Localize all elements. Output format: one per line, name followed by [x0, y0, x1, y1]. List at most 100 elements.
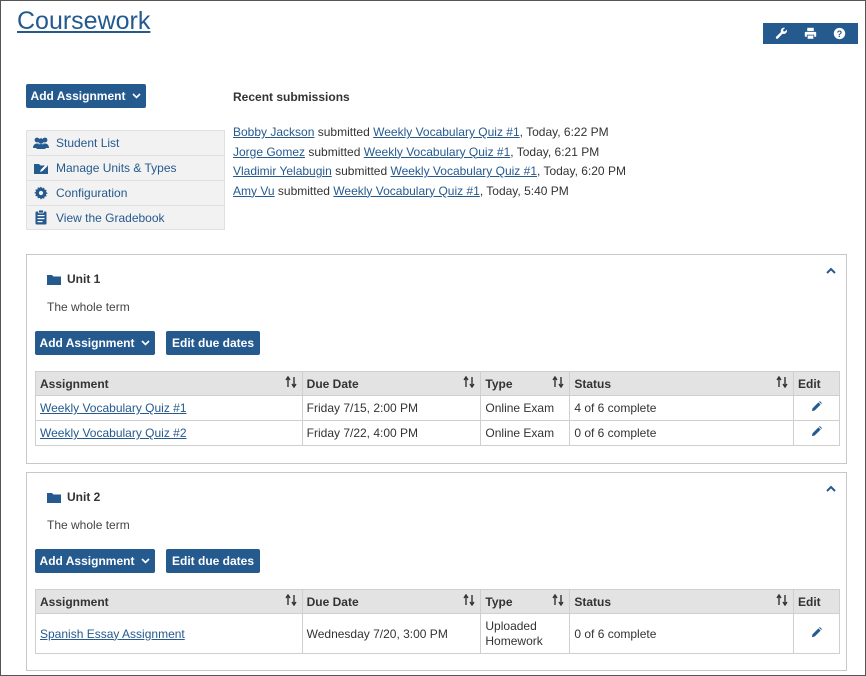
print-icon[interactable] — [800, 24, 822, 43]
column-label: Edit — [798, 376, 821, 391]
sidebar-item-student-list[interactable]: Student List — [26, 130, 225, 155]
unit-title: Unit 1 — [67, 272, 101, 286]
list-item: Vladimir Yelabugin submitted Weekly Voca… — [233, 162, 626, 182]
edit-due-dates-button[interactable]: Edit due dates — [166, 331, 260, 355]
submitted-text: submitted — [308, 144, 361, 159]
sidebar-item-label: Student List — [56, 136, 120, 150]
status-cell: 4 of 6 complete — [569, 395, 794, 421]
student-link[interactable]: Jorge Gomez — [233, 145, 305, 159]
sidebar: Student List Manage Units & Types Config… — [26, 130, 225, 230]
assignment-link[interactable]: Weekly Vocabulary Quiz #1 — [390, 164, 537, 178]
column-label: Due Date — [306, 376, 359, 391]
list-item: Amy Vu submitted Weekly Vocabulary Quiz … — [233, 182, 626, 202]
due-date-cell: Wednesday 7/20, 3:00 PM — [301, 613, 482, 654]
column-header-edit: Edit — [793, 371, 840, 396]
unit-panel-1: Unit 1 The whole term Add Assignment Edi… — [26, 254, 847, 464]
submitted-text: submitted — [317, 125, 370, 139]
column-label: Edit — [798, 594, 821, 609]
column-label: Status — [574, 594, 612, 609]
list-item: Jorge Gomez submitted Weekly Vocabulary … — [233, 143, 626, 163]
chevron-down-icon — [141, 558, 151, 564]
table-row: Weekly Vocabulary Quiz #2 Friday 7/22, 4… — [35, 420, 840, 446]
folder-icon — [47, 492, 61, 503]
sort-icon[interactable] — [552, 594, 564, 606]
unit-heading: Unit 2 — [47, 490, 100, 504]
assignments-table: Assignment Due Date Type Status Edit Wee… — [35, 371, 840, 446]
sort-icon[interactable] — [285, 376, 297, 388]
column-header-edit: Edit — [793, 589, 840, 614]
unit-description: The whole term — [47, 300, 130, 314]
assignment-cell: Weekly Vocabulary Quiz #2 — [35, 420, 303, 446]
submitted-text: submitted — [277, 183, 330, 198]
sidebar-item-manage-units[interactable]: Manage Units & Types — [26, 155, 225, 180]
column-header-due-date[interactable]: Due Date — [301, 371, 482, 396]
edit-due-dates-label: Edit due dates — [171, 336, 254, 350]
recent-submissions-list: Bobby Jackson submitted Weekly Vocabular… — [233, 123, 626, 201]
status-cell: 0 of 6 complete — [569, 420, 794, 446]
pencil-icon[interactable] — [811, 401, 822, 412]
edit-due-dates-label: Edit due dates — [171, 554, 254, 568]
sidebar-item-label: Manage Units & Types — [56, 161, 177, 175]
collapse-chevron-up-icon[interactable] — [824, 264, 838, 276]
add-assignment-button[interactable]: Add Assignment — [35, 549, 155, 573]
submission-time: , Today, 5:40 PM — [479, 183, 569, 198]
recent-submissions-heading: Recent submissions — [233, 90, 350, 104]
add-assignment-label: Add Assignment — [30, 89, 126, 103]
student-link[interactable]: Vladimir Yelabugin — [233, 164, 332, 178]
student-link[interactable]: Amy Vu — [233, 184, 275, 198]
sort-icon[interactable] — [463, 376, 475, 388]
column-label: Type — [485, 594, 513, 609]
column-header-assignment[interactable]: Assignment — [35, 589, 303, 614]
sidebar-item-label: Configuration — [56, 186, 128, 200]
assignment-link[interactable]: Weekly Vocabulary Quiz #1 — [373, 125, 520, 139]
wrench-icon[interactable] — [771, 24, 793, 43]
column-label: Status — [574, 376, 611, 391]
status-cell: 0 of 6 complete — [569, 613, 794, 654]
submitted-text: submitted — [335, 164, 388, 179]
assignment-link[interactable]: Weekly Vocabulary Quiz #1 — [333, 184, 480, 198]
page-title[interactable]: Coursework — [17, 7, 150, 36]
sort-icon[interactable] — [776, 376, 788, 388]
submission-time: , Today, 6:22 PM — [519, 125, 609, 139]
table-row: Weekly Vocabulary Quiz #1 Friday 7/15, 2… — [35, 395, 840, 421]
due-date-cell: Friday 7/15, 2:00 PM — [301, 395, 482, 421]
add-assignment-button[interactable]: Add Assignment — [26, 84, 146, 108]
gear-icon — [31, 185, 51, 201]
edit-due-dates-button[interactable]: Edit due dates — [166, 549, 260, 573]
add-assignment-label: Add Assignment — [39, 336, 135, 350]
sort-icon[interactable] — [463, 594, 475, 606]
assignment-link[interactable]: Weekly Vocabulary Quiz #2 — [40, 426, 187, 440]
assignment-cell: Spanish Essay Assignment — [35, 613, 303, 654]
column-header-type[interactable]: Type — [480, 371, 571, 396]
sort-icon[interactable] — [552, 376, 564, 388]
assignment-link[interactable]: Weekly Vocabulary Quiz #1 — [364, 145, 511, 159]
edit-cell — [793, 395, 840, 421]
column-header-due-date[interactable]: Due Date — [301, 589, 482, 614]
add-assignment-button[interactable]: Add Assignment — [35, 331, 155, 355]
table-header-row: Assignment Due Date Type Status Edit — [35, 589, 840, 614]
due-date-cell: Friday 7/22, 4:00 PM — [301, 420, 482, 446]
column-header-status[interactable]: Status — [569, 589, 794, 614]
column-label: Due Date — [306, 594, 359, 609]
sidebar-item-configuration[interactable]: Configuration — [26, 180, 225, 205]
column-header-assignment[interactable]: Assignment — [35, 371, 303, 396]
column-header-status[interactable]: Status — [569, 371, 794, 396]
sidebar-item-gradebook[interactable]: View the Gradebook — [26, 205, 225, 230]
collapse-chevron-up-icon[interactable] — [824, 482, 838, 494]
sort-icon[interactable] — [776, 594, 788, 606]
table-header-row: Assignment Due Date Type Status Edit — [35, 371, 840, 396]
sidebar-item-label: View the Gradebook — [56, 210, 165, 225]
table-row: Spanish Essay Assignment Wednesday 7/20,… — [35, 613, 840, 654]
assignment-link[interactable]: Spanish Essay Assignment — [40, 627, 185, 641]
sort-icon[interactable] — [285, 594, 297, 606]
type-cell: Uploaded Homework — [480, 613, 571, 654]
assignment-link[interactable]: Weekly Vocabulary Quiz #1 — [40, 401, 187, 415]
pencil-icon[interactable] — [811, 626, 822, 638]
unit-title: Unit 2 — [67, 490, 101, 504]
column-header-type[interactable]: Type — [480, 589, 571, 614]
help-icon[interactable]: ? — [829, 24, 851, 43]
pencil-icon[interactable] — [811, 426, 822, 437]
submission-time: , Today, 6:20 PM — [537, 164, 626, 179]
clipboard-icon — [31, 210, 51, 226]
student-link[interactable]: Bobby Jackson — [233, 125, 314, 139]
